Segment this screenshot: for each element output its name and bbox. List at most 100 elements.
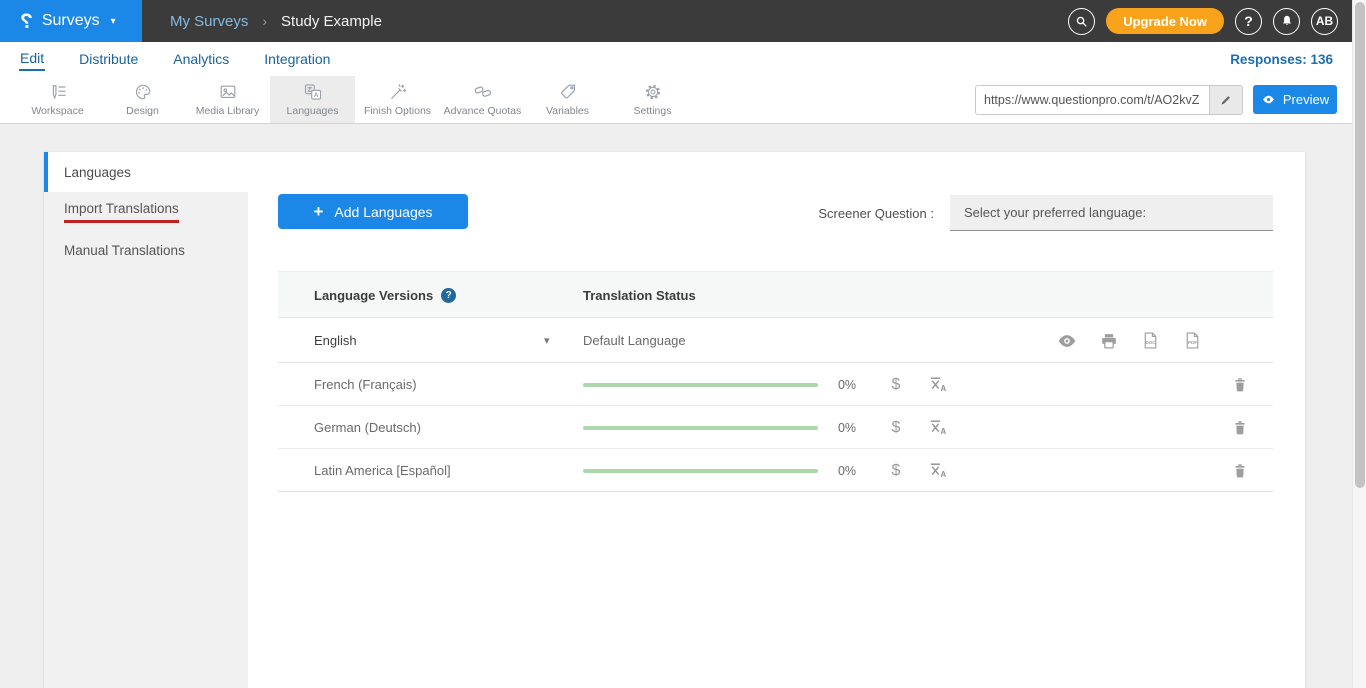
toolbar-item-label: Variables	[546, 105, 589, 117]
breadcrumb: My Surveys › Study Example	[170, 0, 382, 42]
auto-translate-icon[interactable]: A	[928, 449, 952, 492]
tab-distribute[interactable]: Distribute	[78, 49, 139, 70]
tab-analytics[interactable]: Analytics	[172, 49, 230, 70]
delete-language-button[interactable]	[1231, 449, 1249, 492]
print-icon[interactable]	[1099, 331, 1119, 351]
trash-icon	[1231, 462, 1249, 480]
language-name: Latin America [Español]	[314, 449, 451, 492]
toolbar-item-label: Finish Options	[364, 105, 431, 117]
translation-progress-bar	[583, 383, 818, 387]
toolbar-item-settings[interactable]: Settings	[610, 76, 695, 123]
product-name: Surveys	[42, 12, 100, 30]
delete-language-button[interactable]	[1231, 406, 1249, 449]
screener-question-label: Screener Question :	[818, 206, 934, 221]
add-languages-label: Add Languages	[334, 204, 432, 220]
edit-url-button[interactable]	[1209, 86, 1242, 114]
paid-translation-icon[interactable]: $	[885, 406, 907, 449]
breadcrumb-survey-title: Study Example	[281, 13, 382, 30]
translate-a-glyph: A	[941, 427, 947, 436]
search-button[interactable]	[1068, 8, 1095, 35]
translation-percent: 0%	[831, 406, 863, 449]
survey-section-tabs: Edit Distribute Analytics Integration Re…	[0, 42, 1366, 76]
table-row-language: French (Français) 0% $ A	[278, 363, 1273, 406]
breadcrumb-separator-icon: ›	[262, 13, 267, 29]
help-question-icon[interactable]: ?	[441, 288, 456, 303]
delete-language-button[interactable]	[1231, 363, 1249, 406]
pdf-label: PDF	[1188, 340, 1197, 345]
notifications-button[interactable]	[1273, 8, 1300, 35]
screener-question-select[interactable]: Select your preferred language:	[950, 195, 1273, 231]
responses-count-link[interactable]: Responses: 136	[1230, 42, 1333, 76]
export-doc-icon[interactable]: DOC	[1140, 330, 1161, 351]
topbar-actions: Upgrade Now ? AB	[1068, 0, 1338, 42]
translation-percent: 0%	[831, 449, 863, 492]
export-pdf-icon[interactable]: PDF	[1182, 330, 1203, 351]
table-row-language: Latin America [Español] 0% $ A	[278, 449, 1273, 492]
page-scrollbar[interactable]	[1352, 0, 1366, 688]
translation-progress-bar	[583, 469, 818, 473]
translate-icon: A	[303, 82, 323, 102]
screener-question: Screener Question : Select your preferre…	[818, 195, 1273, 231]
sidebar-item-import-translations[interactable]: Import Translations	[44, 192, 248, 231]
product-switcher[interactable]: ? Surveys ▾	[0, 0, 142, 42]
preview-button[interactable]: Preview	[1253, 85, 1337, 114]
pencil-icon	[1219, 93, 1233, 107]
col-translation-status: Translation Status	[583, 272, 696, 319]
table-row-language: German (Deutsch) 0% $ A	[278, 406, 1273, 449]
avatar[interactable]: AB	[1311, 8, 1338, 35]
translate-a-glyph: A	[941, 384, 947, 393]
table-header: Language Versions ? Translation Status	[278, 271, 1273, 318]
magic-wand-icon	[388, 82, 408, 102]
doc-label: DOC	[1145, 340, 1156, 345]
edit-toolbar: Workspace Design	[0, 76, 1366, 124]
auto-translate-icon[interactable]: A	[928, 363, 952, 406]
chain-links-icon	[473, 82, 493, 102]
breadcrumb-my-surveys[interactable]: My Surveys	[170, 13, 248, 30]
survey-url-box: https://www.questionpro.com/t/AO2kvZ	[975, 85, 1243, 115]
upgrade-now-button[interactable]: Upgrade Now	[1106, 8, 1224, 34]
col-language-versions: Language Versions	[314, 288, 433, 303]
toolbar-item-workspace[interactable]: Workspace	[15, 76, 100, 123]
sidebar-item-languages[interactable]: Languages	[44, 152, 248, 192]
search-icon	[1074, 14, 1089, 29]
auto-translate-icon[interactable]: A	[928, 406, 952, 449]
toolbar-item-languages[interactable]: A Languages	[270, 76, 355, 123]
trash-icon	[1231, 419, 1249, 437]
help-button[interactable]: ?	[1235, 8, 1262, 35]
scrollbar-thumb[interactable]	[1355, 2, 1365, 488]
gear-icon	[643, 82, 663, 102]
workspace-icon	[48, 82, 68, 102]
chevron-down-icon[interactable]: ▾	[544, 318, 550, 363]
import-translations-label: Import Translations	[64, 201, 179, 223]
chevron-down-icon: ▾	[111, 16, 116, 27]
page-content: Languages Import Translations Manual Tra…	[0, 124, 1366, 688]
toolbar-item-design[interactable]: Design	[100, 76, 185, 123]
languages-table: Language Versions ? Translation Status E…	[278, 271, 1273, 492]
plus-icon: +	[313, 203, 323, 220]
tab-edit[interactable]: Edit	[19, 48, 45, 71]
top-navigation-bar: ? Surveys ▾ My Surveys › Study Example U…	[0, 0, 1366, 42]
toolbar-item-label: Languages	[287, 105, 339, 117]
translation-percent: 0%	[831, 363, 863, 406]
toolbar-item-finish-options[interactable]: Finish Options	[355, 76, 440, 123]
default-language-name: English	[314, 318, 357, 363]
paid-translation-icon[interactable]: $	[885, 449, 907, 492]
view-eye-icon[interactable]	[1056, 330, 1078, 352]
image-icon	[218, 82, 238, 102]
table-row-default-language: English ▾ Default Language	[278, 318, 1273, 363]
paid-translation-icon[interactable]: $	[885, 363, 907, 406]
toolbar-item-label: Design	[126, 105, 159, 117]
question-mark-icon: ?	[1244, 13, 1253, 29]
manual-translations-label: Manual Translations	[64, 243, 185, 258]
toolbar-item-variables[interactable]: Variables	[525, 76, 610, 123]
translation-progress-bar	[583, 426, 818, 430]
add-languages-button[interactable]: + Add Languages	[278, 194, 468, 229]
preview-label: Preview	[1283, 92, 1329, 107]
survey-url-input[interactable]: https://www.questionpro.com/t/AO2kvZ	[976, 86, 1209, 114]
toolbar-item-advance-quotas[interactable]: Advance Quotas	[440, 76, 525, 123]
tab-integration[interactable]: Integration	[263, 49, 331, 70]
languages-panel: + Add Languages Screener Question : Sele…	[248, 152, 1305, 688]
toolbar-item-media-library[interactable]: Media Library	[185, 76, 270, 123]
sidebar-item-manual-translations[interactable]: Manual Translations	[44, 231, 248, 270]
tag-icon	[558, 82, 578, 102]
